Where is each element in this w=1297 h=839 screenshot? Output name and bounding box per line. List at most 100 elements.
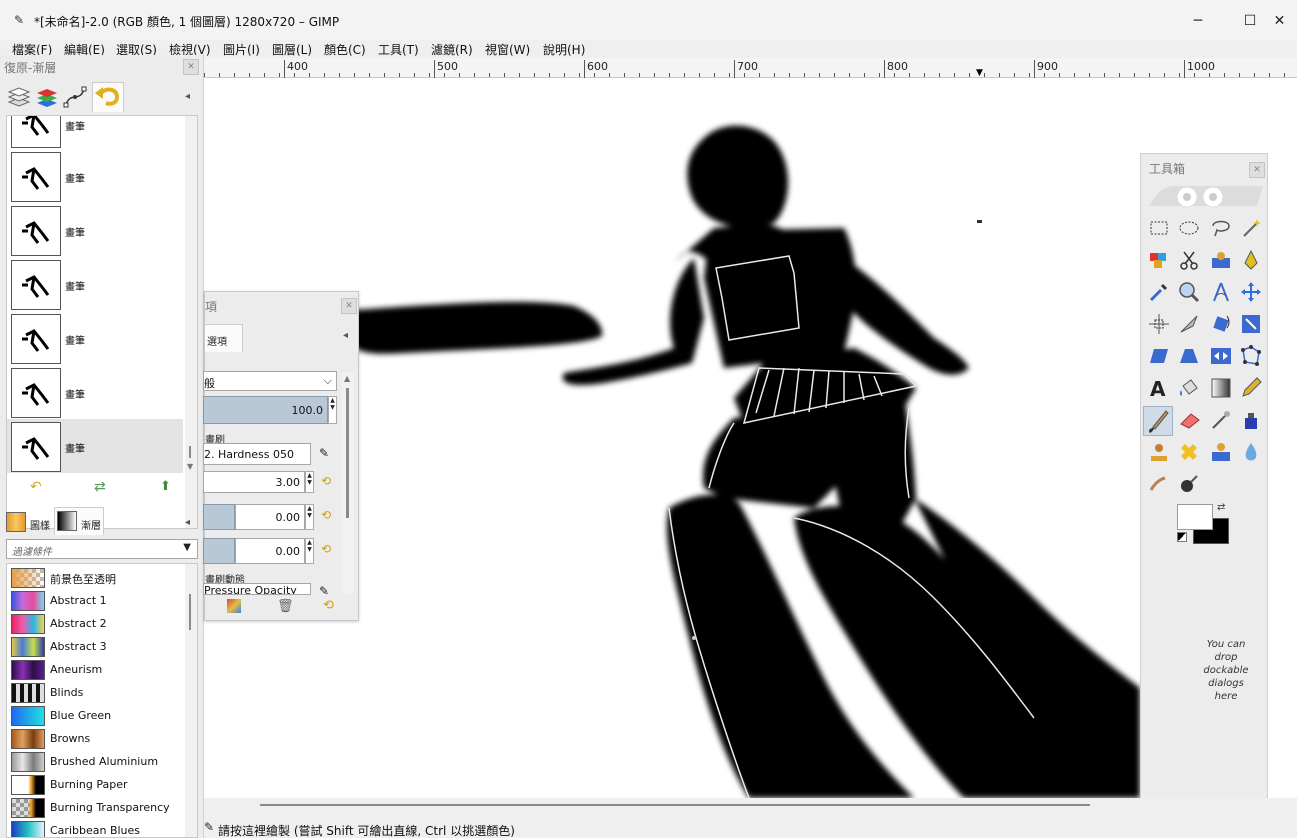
gradients-tab-menu-icon[interactable]: ◂ — [185, 517, 190, 528]
fuzzy-select-tool[interactable] — [1239, 216, 1263, 240]
save-options-icon[interactable] — [227, 599, 241, 613]
default-colors-icon[interactable] — [1177, 532, 1187, 542]
tool-options-tab-menu-icon[interactable]: ◂ — [343, 330, 348, 341]
history-thumb[interactable] — [11, 422, 61, 472]
close-button[interactable]: ✕ — [1262, 8, 1297, 34]
opacity-slider[interactable]: 100.0 — [203, 396, 328, 424]
scale-tool[interactable] — [1239, 312, 1263, 336]
history-thumb[interactable] — [11, 206, 61, 256]
gradient-row[interactable]: Brushed Aluminium — [11, 752, 183, 772]
rect-select-tool[interactable] — [1147, 216, 1171, 240]
gradient-row[interactable]: Abstract 2 — [11, 614, 183, 634]
edit-brush-icon[interactable]: ✎ — [319, 446, 329, 460]
align-tool[interactable] — [1147, 312, 1171, 336]
aspect-spin[interactable]: ▲ ▼ — [305, 504, 314, 530]
history-scrollbar[interactable]: ▼ — [185, 116, 197, 528]
eraser-tool[interactable] — [1177, 408, 1201, 432]
gradient-row[interactable]: Caribbean Blues — [11, 821, 183, 837]
menu-help[interactable]: 說明(H) — [543, 41, 585, 58]
delete-options-icon[interactable]: 🗑 — [277, 599, 294, 614]
perspective-tool[interactable] — [1177, 344, 1201, 368]
paths-tab-icon[interactable] — [62, 85, 88, 109]
edit-dynamics-icon[interactable]: ✎ — [319, 584, 329, 598]
history-thumb[interactable] — [11, 152, 61, 202]
redo-button[interactable]: ⇄ — [94, 479, 106, 495]
menu-colors[interactable]: 顏色(C) — [324, 41, 366, 58]
brush-field[interactable]: 2. Hardness 050 — [203, 443, 311, 465]
paths-tool[interactable] — [1239, 248, 1263, 272]
history-thumb[interactable] — [11, 116, 61, 148]
gradient-row[interactable]: Browns — [11, 729, 183, 749]
horizontal-scrollbar[interactable] — [260, 804, 1090, 806]
undo-button[interactable]: ↶ — [30, 479, 42, 495]
reset-aspect-icon[interactable]: ⟲ — [321, 508, 331, 522]
gradient-row[interactable]: Abstract 3 — [11, 637, 183, 657]
foreground-color-swatch[interactable] — [1177, 504, 1213, 530]
gradient-scrollbar[interactable] — [185, 564, 197, 837]
menu-filters[interactable]: 濾鏡(R) — [431, 41, 473, 58]
gradient-list[interactable]: 前景色至透明 Abstract 1 Abstract 2 Abstract 3 … — [6, 563, 198, 838]
minimize-button[interactable]: ─ — [1178, 8, 1218, 34]
tool-options-close-button[interactable]: ✕ — [341, 298, 357, 314]
mode-select[interactable]: 般 ⌵ — [203, 371, 337, 391]
undo-dock-close-button[interactable]: ✕ — [183, 59, 199, 75]
horizontal-ruler[interactable]: 400 500 600 700 800 900 1000 ▼ — [204, 58, 1297, 78]
tool-options-scrollbar[interactable]: ▲ — [342, 372, 354, 594]
bucket-fill-tool[interactable] — [1177, 376, 1201, 400]
gradient-row[interactable]: 前景色至透明 — [11, 568, 183, 588]
menu-windows[interactable]: 視窗(W) — [485, 41, 530, 58]
angle-spin[interactable]: ▲ ▼ — [305, 538, 314, 564]
blur-tool[interactable] — [1239, 440, 1263, 464]
toolbox-close-button[interactable]: ✕ — [1249, 162, 1265, 178]
flip-tool[interactable] — [1209, 344, 1233, 368]
size-field[interactable]: 3.00 — [203, 471, 305, 493]
gradient-row[interactable]: Aneurism — [11, 660, 183, 680]
angle-slider-fill[interactable] — [203, 538, 235, 564]
gradients-tab[interactable]: 漸層 — [54, 507, 104, 535]
undo-history-list[interactable]: 畫筆 畫筆 畫筆 畫筆 畫筆 畫筆 畫筆 ▼ — [6, 115, 198, 529]
dynamics-field[interactable]: Pressure Opacity — [203, 583, 311, 595]
swap-colors-icon[interactable]: ⇄ — [1217, 502, 1225, 513]
gradient-filter-field[interactable]: 過濾條件 ▼ — [6, 539, 198, 559]
tab-menu-icon[interactable]: ◂ — [185, 91, 190, 102]
move-tool[interactable] — [1239, 280, 1263, 304]
shear-tool[interactable] — [1147, 344, 1171, 368]
menu-image[interactable]: 圖片(I) — [223, 41, 260, 58]
airbrush-tool[interactable] — [1209, 408, 1233, 432]
reset-angle-icon[interactable]: ⟲ — [321, 542, 331, 556]
undo-history-tab[interactable] — [92, 82, 124, 112]
scissors-select-tool[interactable] — [1177, 248, 1201, 272]
patterns-tab[interactable]: 圖樣 — [4, 509, 54, 535]
dodge-burn-tool[interactable] — [1177, 472, 1201, 496]
free-select-tool[interactable] — [1209, 216, 1233, 240]
tool-options-tab[interactable]: 選項 — [205, 324, 243, 352]
gradient-row[interactable]: Burning Paper — [11, 775, 183, 795]
chevron-down-icon[interactable]: ⌵ — [324, 374, 332, 388]
clone-tool[interactable] — [1147, 440, 1171, 464]
perspective-clone-tool[interactable] — [1209, 440, 1233, 464]
clear-history-button[interactable]: ⬆ — [160, 479, 171, 494]
smudge-tool[interactable] — [1147, 472, 1171, 496]
foreground-select-tool[interactable] — [1209, 248, 1233, 272]
heal-tool[interactable] — [1177, 440, 1201, 464]
aspect-slider-fill[interactable] — [203, 504, 235, 530]
chevron-down-icon[interactable]: ▼ — [183, 542, 191, 553]
gradient-row[interactable]: Blinds — [11, 683, 183, 703]
aspect-field[interactable]: 0.00 — [235, 504, 305, 530]
zoom-tool[interactable] — [1177, 280, 1201, 304]
history-thumb[interactable] — [11, 314, 61, 364]
opacity-spin[interactable]: ▲ ▼ — [328, 396, 337, 424]
channels-tab-icon[interactable] — [34, 85, 60, 109]
menu-tools[interactable]: 工具(T) — [378, 41, 419, 58]
gradient-row[interactable]: Abstract 1 — [11, 591, 183, 611]
history-thumb[interactable] — [11, 368, 61, 418]
ink-tool[interactable] — [1239, 408, 1263, 432]
paintbrush-tool-active[interactable] — [1143, 406, 1173, 436]
gradient-row[interactable]: Blue Green — [11, 706, 183, 726]
angle-field[interactable]: 0.00 — [235, 538, 305, 564]
select-by-color-tool[interactable] — [1147, 248, 1171, 272]
measure-tool[interactable] — [1209, 280, 1233, 304]
color-picker-tool[interactable] — [1147, 280, 1171, 304]
rotate-tool[interactable] — [1209, 312, 1233, 336]
reset-size-icon[interactable]: ⟲ — [321, 474, 331, 488]
